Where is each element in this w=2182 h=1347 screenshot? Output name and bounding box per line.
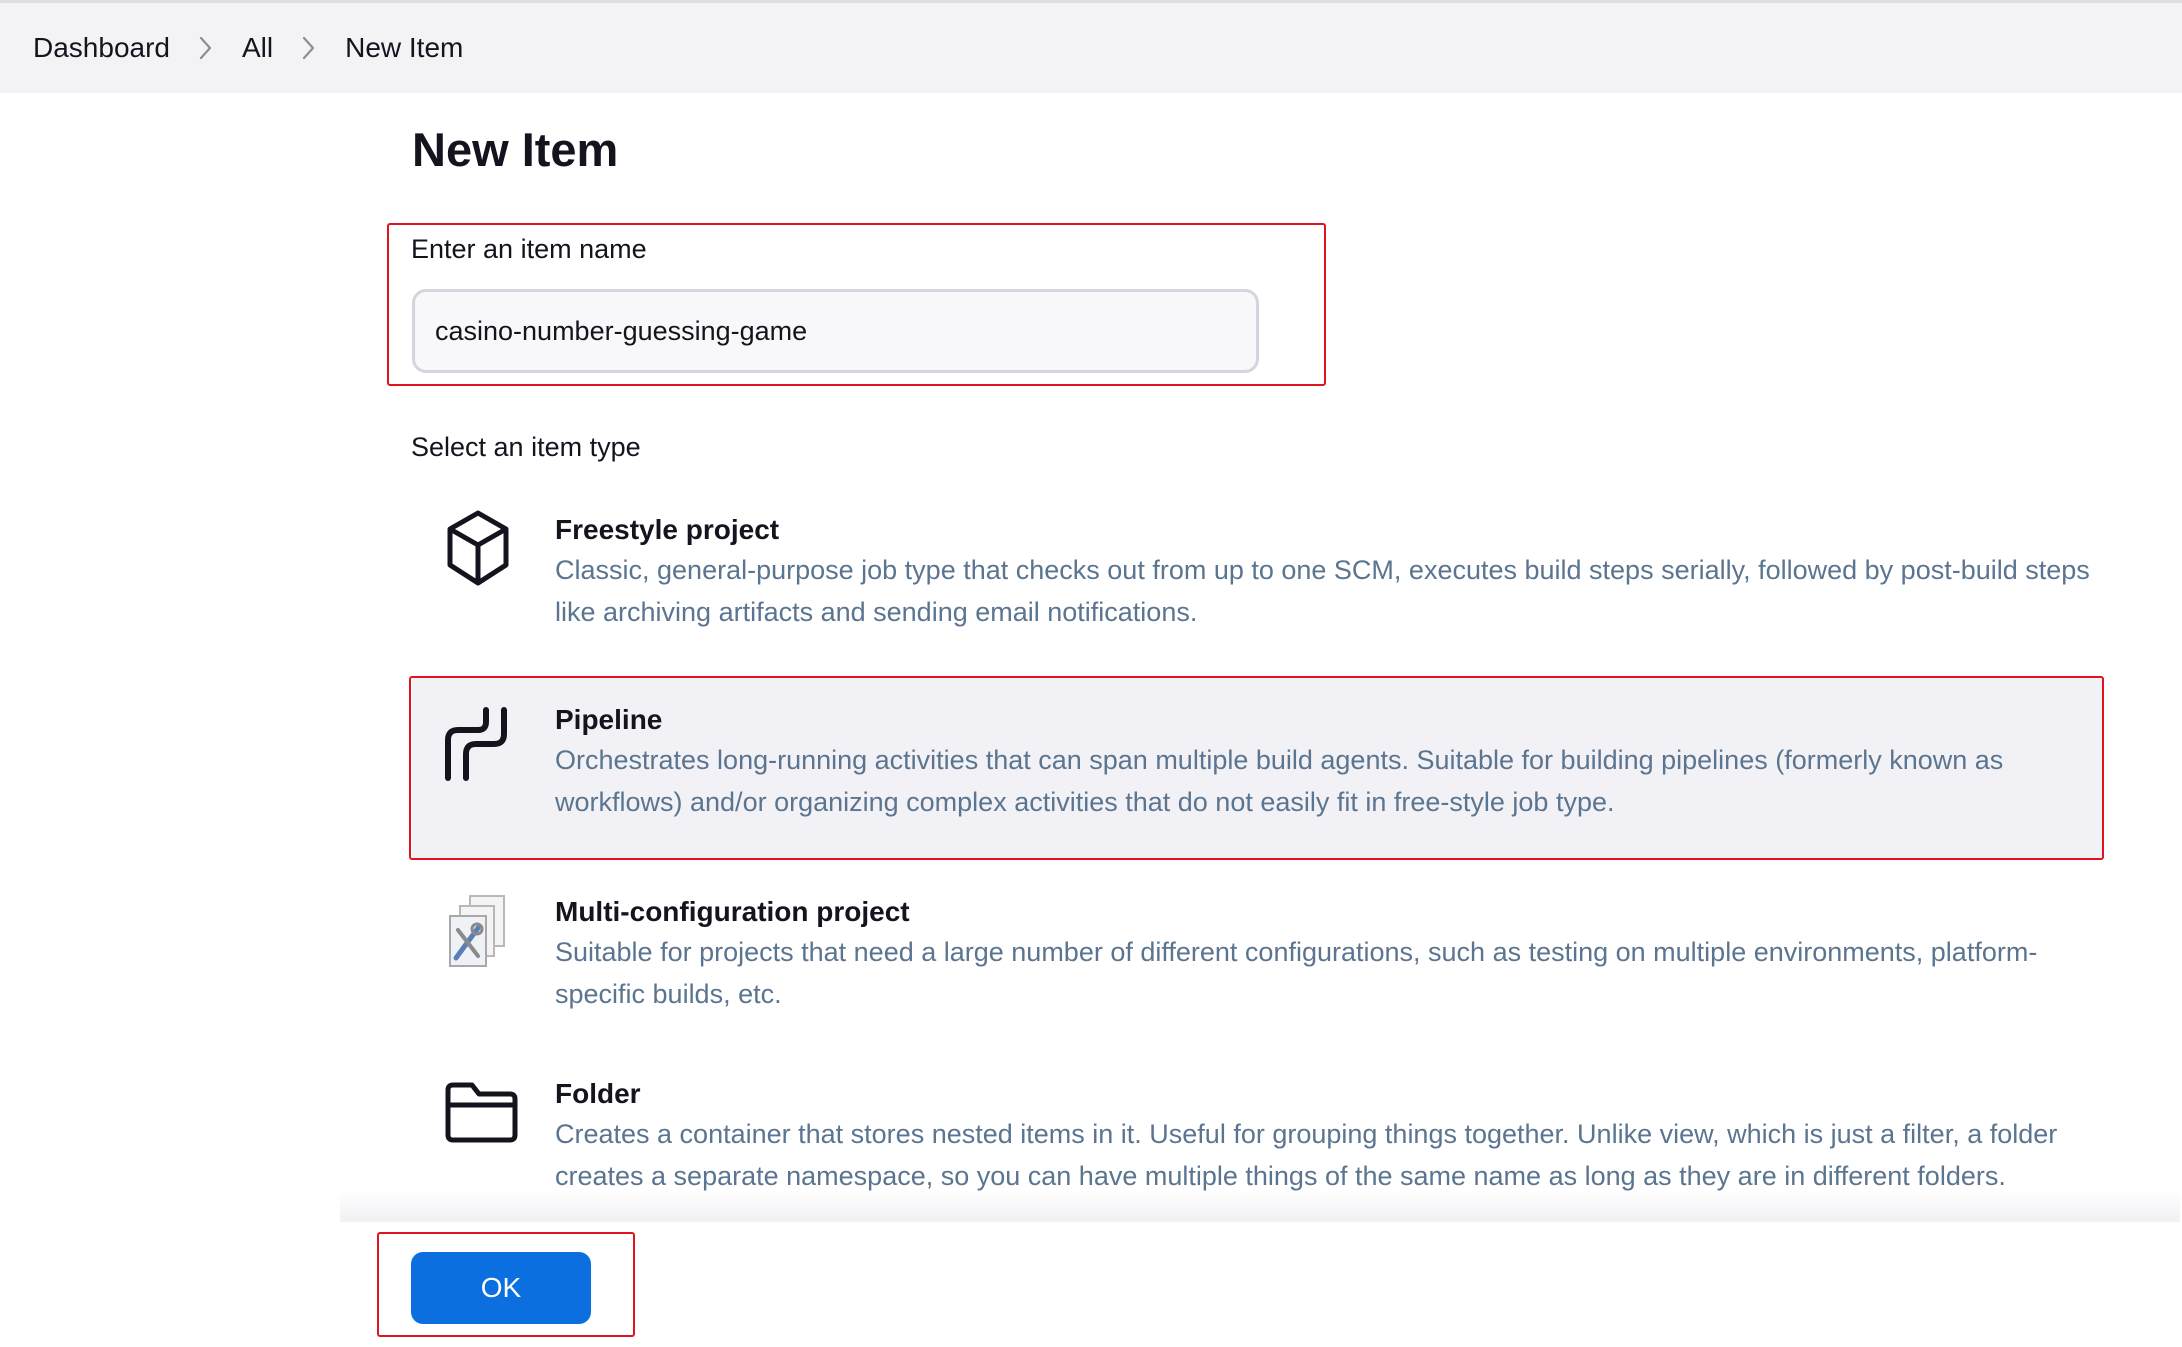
pipeline-highlight <box>409 676 2104 860</box>
item-type-list: Freestyle project Classic, general-purpo… <box>0 0 2182 1222</box>
item-type-description: Suitable for projects that need a large … <box>555 937 2038 1009</box>
item-type-multi-configuration[interactable]: Multi-configuration project Suitable for… <box>412 880 2102 1040</box>
folder-icon <box>442 1080 520 1152</box>
multi-config-icon <box>442 892 514 967</box>
item-type-freestyle[interactable]: Freestyle project Classic, general-purpo… <box>412 495 2102 655</box>
item-type-description: Creates a container that stores nested i… <box>555 1119 2058 1191</box>
ok-button[interactable]: OK <box>411 1252 591 1324</box>
cube-icon <box>442 507 514 586</box>
bottom-action-bar <box>0 1222 2182 1347</box>
item-type-title: Freestyle project <box>555 514 780 545</box>
item-type-title: Multi-configuration project <box>555 896 910 927</box>
item-type-title: Folder <box>555 1078 641 1109</box>
scroll-fade <box>340 1190 2180 1222</box>
item-type-description: Classic, general-purpose job type that c… <box>555 555 2090 627</box>
